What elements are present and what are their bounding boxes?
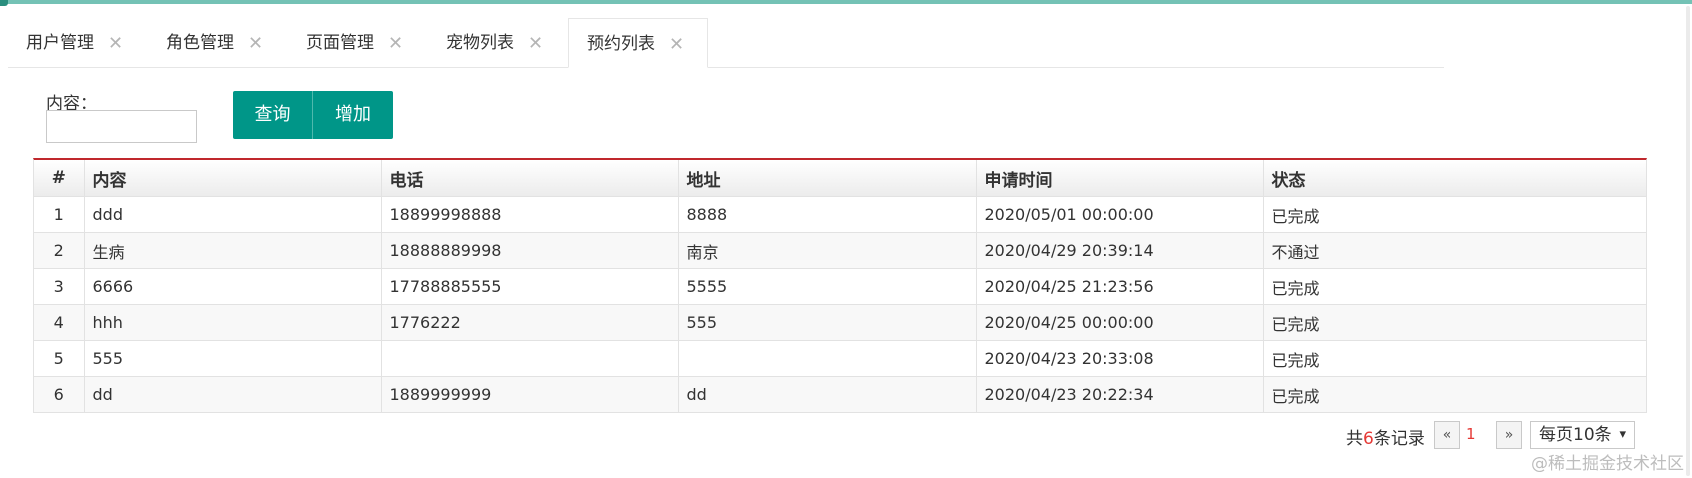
table-row[interactable]: 4 hhh 1776222 555 2020/04/25 00:00:00 已完… xyxy=(34,304,1646,341)
cell-status: 已完成 xyxy=(1262,376,1646,412)
chevron-down-icon: ▾ xyxy=(1619,427,1626,442)
pager-total-suffix: 条记录 xyxy=(1373,429,1425,449)
cell-index: 4 xyxy=(34,304,85,341)
cell-status: 已完成 xyxy=(1262,268,1646,305)
cell-phone: 17788885555 xyxy=(380,268,679,305)
table-row[interactable]: 3 6666 17788885555 5555 2020/04/25 21:23… xyxy=(34,268,1646,305)
cell-status: 已完成 xyxy=(1262,196,1646,233)
close-icon[interactable]: ✕ xyxy=(108,19,123,68)
close-icon[interactable]: ✕ xyxy=(388,19,403,68)
tab-label: 预约列表 xyxy=(587,34,655,54)
close-icon[interactable]: ✕ xyxy=(669,20,684,69)
cell-phone: 18888889998 xyxy=(380,232,679,269)
pager-next-button[interactable]: » xyxy=(1496,421,1522,449)
tab-user-management[interactable]: 用户管理 ✕ xyxy=(8,18,138,67)
table-row[interactable]: 6 dd 1889999999 dd 2020/04/23 20:22:34 已… xyxy=(34,376,1646,412)
search-input[interactable] xyxy=(46,110,197,143)
cell-index: 1 xyxy=(34,196,85,233)
cell-content: ddd xyxy=(83,196,382,233)
top-bar-knob xyxy=(0,0,8,6)
table-row[interactable]: 5 555 2020/04/23 20:33:08 已完成 xyxy=(34,340,1646,377)
column-header-address[interactable]: 地址 xyxy=(677,160,977,197)
column-header-content[interactable]: 内容 xyxy=(83,160,382,197)
tab-appointment-list[interactable]: 预约列表 ✕ xyxy=(568,18,708,68)
cell-index: 6 xyxy=(34,376,85,412)
cell-address xyxy=(677,340,977,377)
cell-content: 生病 xyxy=(83,232,382,269)
cell-apply-time: 2020/05/01 00:00:00 xyxy=(975,196,1264,233)
cell-apply-time: 2020/04/25 21:23:56 xyxy=(975,268,1264,305)
pager-total-count: 6 xyxy=(1363,429,1374,449)
cell-apply-time: 2020/04/29 20:39:14 xyxy=(975,232,1264,269)
page-size-select[interactable]: 每页10条 ▾ xyxy=(1530,421,1635,449)
page-size-label: 每页10条 xyxy=(1539,425,1612,445)
cell-apply-time: 2020/04/23 20:22:34 xyxy=(975,376,1264,412)
column-header-phone[interactable]: 电话 xyxy=(380,160,679,197)
scrollbar[interactable] xyxy=(1686,6,1690,476)
cell-phone: 1889999999 xyxy=(380,376,679,412)
cell-index: 3 xyxy=(34,268,85,305)
cell-address: 南京 xyxy=(677,232,977,269)
cell-index: 5 xyxy=(34,340,85,377)
close-icon[interactable]: ✕ xyxy=(528,19,543,68)
cell-phone: 18899998888 xyxy=(380,196,679,233)
table-row[interactable]: 1 ddd 18899998888 8888 2020/05/01 00:00:… xyxy=(34,196,1646,233)
table-header-row: # 内容 电话 地址 申请时间 状态 xyxy=(34,160,1646,197)
cell-content: 555 xyxy=(83,340,382,377)
pager-prev-button[interactable]: « xyxy=(1434,421,1460,449)
pager-total-records: 共6条记录 xyxy=(1346,424,1425,449)
tab-label: 宠物列表 xyxy=(446,33,514,53)
pager-current-page[interactable]: 1 xyxy=(1466,425,1476,443)
tab-page-management[interactable]: 页面管理 ✕ xyxy=(288,18,418,67)
cell-status: 已完成 xyxy=(1262,340,1646,377)
pager-total-prefix: 共 xyxy=(1346,429,1363,449)
cell-status: 不通过 xyxy=(1262,232,1646,269)
appointment-table: # 内容 电话 地址 申请时间 状态 1 ddd 18899998888 888… xyxy=(33,158,1647,413)
tab-label: 用户管理 xyxy=(26,33,94,53)
close-icon[interactable]: ✕ xyxy=(248,19,263,68)
table-row[interactable]: 2 生病 18888889998 南京 2020/04/29 20:39:14 … xyxy=(34,232,1646,269)
top-accent-bar xyxy=(0,0,1692,6)
add-button[interactable]: 增加 xyxy=(312,91,393,139)
cell-apply-time: 2020/04/23 20:33:08 xyxy=(975,340,1264,377)
tab-bar: 用户管理 ✕ 角色管理 ✕ 页面管理 ✕ 宠物列表 ✕ 预约列表 ✕ xyxy=(8,18,1444,68)
cell-content: dd xyxy=(83,376,382,412)
cell-address: 8888 xyxy=(677,196,977,233)
watermark: @稀土掘金技术社区 xyxy=(1531,454,1684,474)
cell-address: 5555 xyxy=(677,268,977,305)
cell-address: 555 xyxy=(677,304,977,341)
tab-label: 角色管理 xyxy=(166,33,234,53)
cell-phone xyxy=(380,340,679,377)
cell-phone: 1776222 xyxy=(380,304,679,341)
tab-role-management[interactable]: 角色管理 ✕ xyxy=(148,18,278,67)
tab-pet-list[interactable]: 宠物列表 ✕ xyxy=(428,18,558,67)
cell-apply-time: 2020/04/25 00:00:00 xyxy=(975,304,1264,341)
cell-index: 2 xyxy=(34,232,85,269)
cell-address: dd xyxy=(677,376,977,412)
tab-label: 页面管理 xyxy=(306,33,374,53)
cell-content: 6666 xyxy=(83,268,382,305)
query-button[interactable]: 查询 xyxy=(233,91,312,139)
cell-status: 已完成 xyxy=(1262,304,1646,341)
column-header-index[interactable]: # xyxy=(34,160,85,197)
cell-content: hhh xyxy=(83,304,382,341)
column-header-status[interactable]: 状态 xyxy=(1262,160,1646,197)
column-header-apply-time[interactable]: 申请时间 xyxy=(975,160,1264,197)
